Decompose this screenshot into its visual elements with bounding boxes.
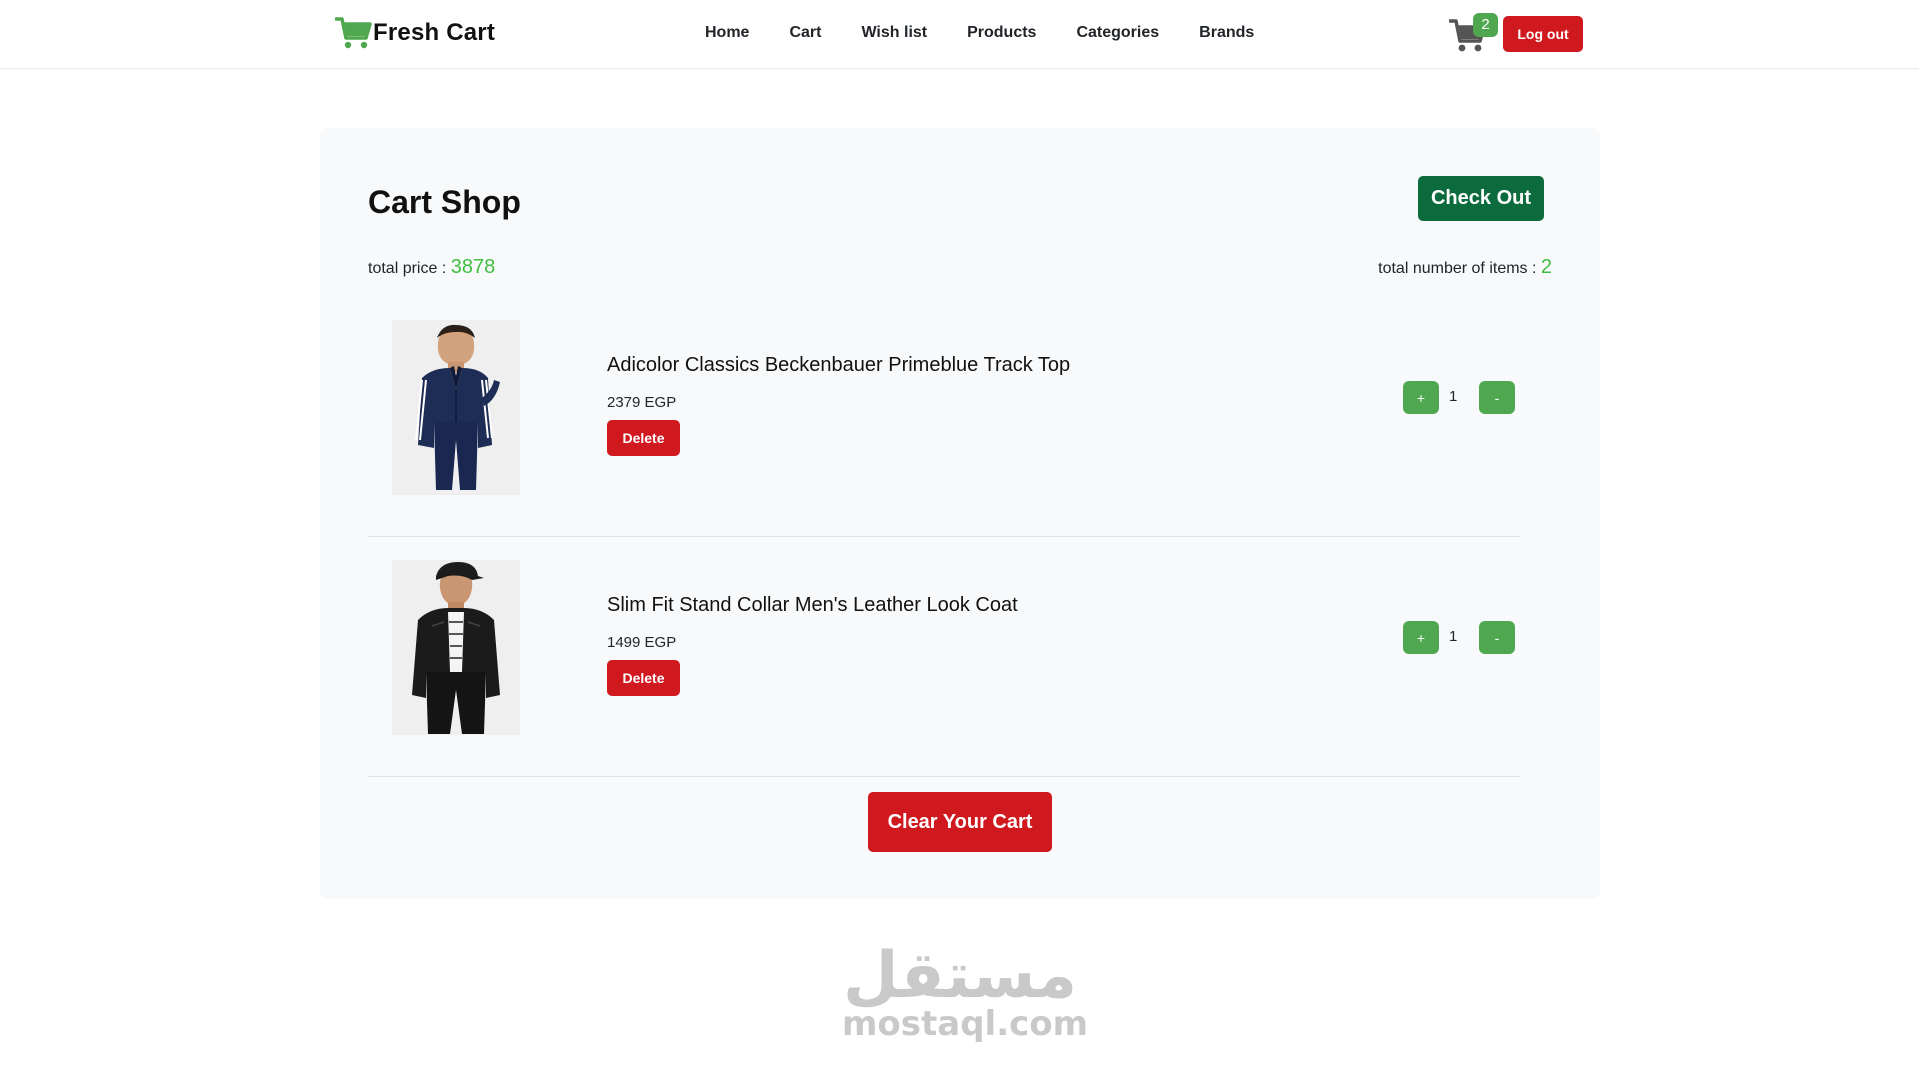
cart-item: Adicolor Classics Beckenbauer Primeblue … xyxy=(368,296,1520,537)
total-price-value: 3878 xyxy=(450,256,496,278)
brand-name: Fresh Cart xyxy=(373,19,496,46)
total-items-label: total number of items : xyxy=(1378,260,1541,277)
total-price: total price : 3878 xyxy=(368,256,495,279)
item-price: 1499 EGP xyxy=(607,634,677,651)
quantity-minus-button[interactable]: - xyxy=(1479,621,1515,654)
nav-link-products[interactable]: Products xyxy=(967,24,1036,42)
page-title: Cart Shop xyxy=(368,184,521,220)
quantity-value: 1 xyxy=(1449,388,1458,405)
quantity-minus-button[interactable]: - xyxy=(1479,381,1515,414)
cart-icon xyxy=(335,17,372,49)
cart-panel: Cart Shop Check Out total price : 3878 t… xyxy=(320,128,1600,899)
watermark-arabic: مستقل xyxy=(842,939,1078,1013)
total-items-value: 2 xyxy=(1540,256,1552,278)
delete-button[interactable]: Delete xyxy=(607,420,680,456)
watermark: مستقل mostaql.com xyxy=(842,939,1089,1044)
track-top-photo xyxy=(392,320,520,495)
nav-link-home[interactable]: Home xyxy=(705,24,749,42)
delete-button[interactable]: Delete xyxy=(607,660,680,696)
logout-button[interactable]: Log out xyxy=(1503,16,1583,52)
checkout-button[interactable]: Check Out xyxy=(1418,176,1544,221)
item-title[interactable]: Adicolor Classics Beckenbauer Primeblue … xyxy=(607,354,1070,377)
product-image[interactable] xyxy=(392,560,520,735)
nav-link-brands[interactable]: Brands xyxy=(1199,24,1254,42)
clear-cart-button[interactable]: Clear Your Cart xyxy=(868,792,1052,852)
total-items: total number of items : 2 xyxy=(1378,256,1552,279)
nav-cart-button[interactable]: 2 xyxy=(1449,13,1498,53)
nav-link-wishlist[interactable]: Wish list xyxy=(861,24,927,42)
item-price: 2379 EGP xyxy=(607,394,677,411)
product-image[interactable] xyxy=(392,320,520,495)
leather-coat-photo xyxy=(392,560,520,735)
quantity-plus-button[interactable]: + xyxy=(1403,621,1439,654)
nav-links: Home Cart Wish list Products Categories … xyxy=(705,24,1294,42)
total-price-label: total price : xyxy=(368,260,451,277)
nav-link-cart[interactable]: Cart xyxy=(789,24,821,42)
nav-link-categories[interactable]: Categories xyxy=(1076,24,1159,42)
navbar: Fresh Cart Home Cart Wish list Products … xyxy=(0,0,1919,69)
quantity-value: 1 xyxy=(1449,628,1458,645)
watermark-latin: mostaql.com xyxy=(842,1004,1089,1044)
brand-logo[interactable]: Fresh Cart xyxy=(335,16,495,50)
cart-item: Slim Fit Stand Collar Men's Leather Look… xyxy=(368,536,1520,777)
item-title[interactable]: Slim Fit Stand Collar Men's Leather Look… xyxy=(607,594,1018,617)
cart-count-badge: 2 xyxy=(1473,13,1498,37)
quantity-plus-button[interactable]: + xyxy=(1403,381,1439,414)
